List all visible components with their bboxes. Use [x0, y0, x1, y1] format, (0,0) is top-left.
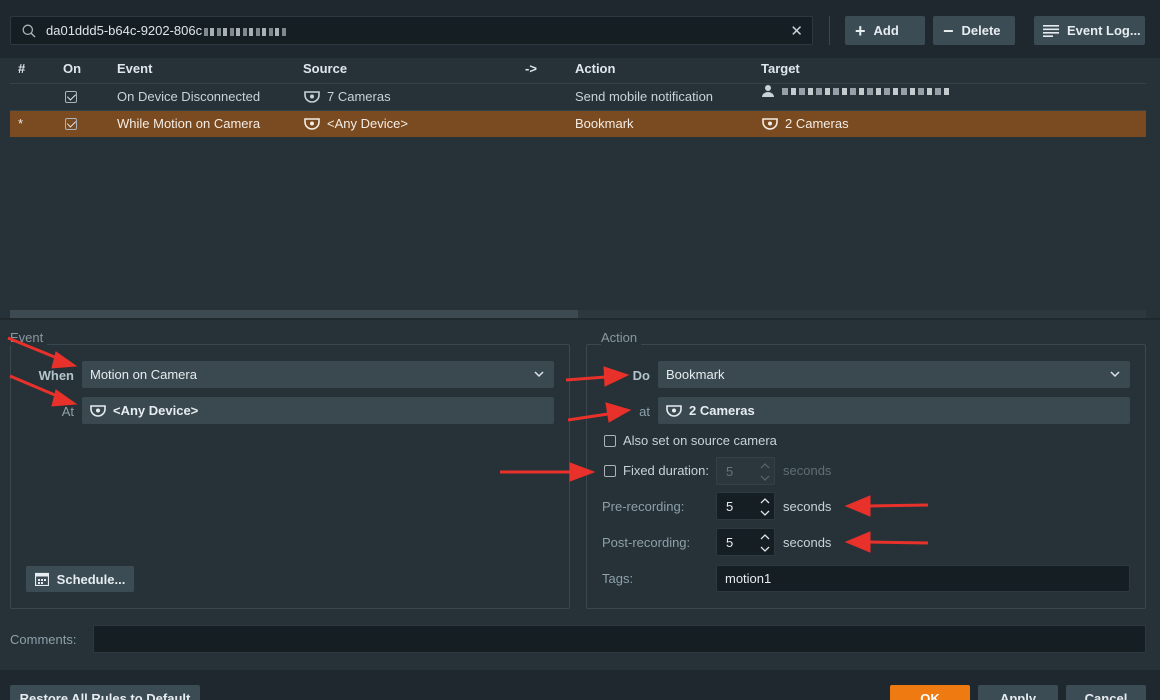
row-enabled-checkbox[interactable]: [65, 111, 77, 137]
minus-icon: −: [943, 20, 954, 41]
column-header-number[interactable]: #: [18, 61, 25, 76]
comments-label: Comments:: [10, 632, 77, 647]
horizontal-scrollbar[interactable]: [10, 310, 1146, 318]
arrow-icon: [500, 462, 596, 482]
user-icon: [762, 85, 774, 97]
camera-icon: [304, 118, 320, 130]
splitter[interactable]: [0, 318, 1160, 320]
arrow-icon: [9, 374, 78, 407]
redacted-text: [204, 27, 289, 36]
row-action: Bookmark: [575, 116, 634, 131]
tags-input[interactable]: motion1: [716, 565, 1130, 592]
table-row[interactable]: On Device Disconnected 7 Cameras Send mo…: [10, 84, 1146, 110]
column-header-source[interactable]: Source: [303, 61, 347, 76]
close-icon[interactable]: ✕: [790, 22, 803, 40]
plus-icon: +: [855, 20, 866, 41]
row-enabled-checkbox[interactable]: [65, 84, 77, 110]
row-event: While Motion on Camera: [117, 116, 261, 131]
add-button[interactable]: + Add: [845, 16, 925, 45]
delete-button[interactable]: − Delete: [933, 16, 1015, 45]
restore-defaults-button[interactable]: Restore All Rules to Default: [10, 685, 200, 700]
arrow-icon: [844, 531, 929, 553]
column-header-arrow[interactable]: ->: [525, 61, 537, 76]
search-icon: [22, 24, 36, 37]
tags-label: Tags:: [602, 571, 634, 586]
event-log-button[interactable]: Event Log...: [1034, 16, 1145, 45]
row-target: [762, 84, 952, 98]
ok-button[interactable]: OK: [890, 685, 970, 700]
search-input[interactable]: da01ddd5-b64c-9202-806c: [46, 23, 289, 38]
arrow-icon: [7, 336, 78, 369]
search-field[interactable]: da01ddd5-b64c-9202-806c ✕: [10, 16, 813, 45]
camera-icon: [304, 91, 320, 103]
annotation-arrows: [7, 336, 929, 553]
row-source: <Any Device>: [304, 111, 408, 137]
camera-icon: [762, 118, 778, 130]
cancel-button[interactable]: Cancel: [1066, 685, 1146, 700]
row-source: 7 Cameras: [304, 84, 391, 110]
apply-button[interactable]: Apply: [978, 685, 1058, 700]
row-action: Send mobile notification: [575, 89, 714, 104]
toolbar-separator: [829, 16, 830, 45]
row-marker: *: [18, 116, 24, 131]
column-header-target[interactable]: Target: [761, 61, 800, 76]
row-event: On Device Disconnected: [117, 89, 261, 104]
table-row-selected[interactable]: * While Motion on Camera <Any Device> Bo…: [10, 111, 1146, 137]
arrow-icon: [565, 366, 630, 387]
arrow-icon: [844, 495, 929, 517]
column-header-action[interactable]: Action: [575, 61, 615, 76]
arrow-icon: [567, 402, 632, 423]
row-target: 2 Cameras: [762, 111, 849, 137]
column-header-event[interactable]: Event: [117, 61, 152, 76]
redacted-text: [782, 87, 952, 95]
calendar-icon: [34, 572, 49, 586]
scrollbar-thumb[interactable]: [10, 310, 578, 318]
column-header-on[interactable]: On: [63, 61, 81, 76]
comments-input[interactable]: [93, 625, 1146, 653]
schedule-button[interactable]: Schedule...: [26, 566, 134, 592]
list-icon: [1043, 24, 1059, 37]
